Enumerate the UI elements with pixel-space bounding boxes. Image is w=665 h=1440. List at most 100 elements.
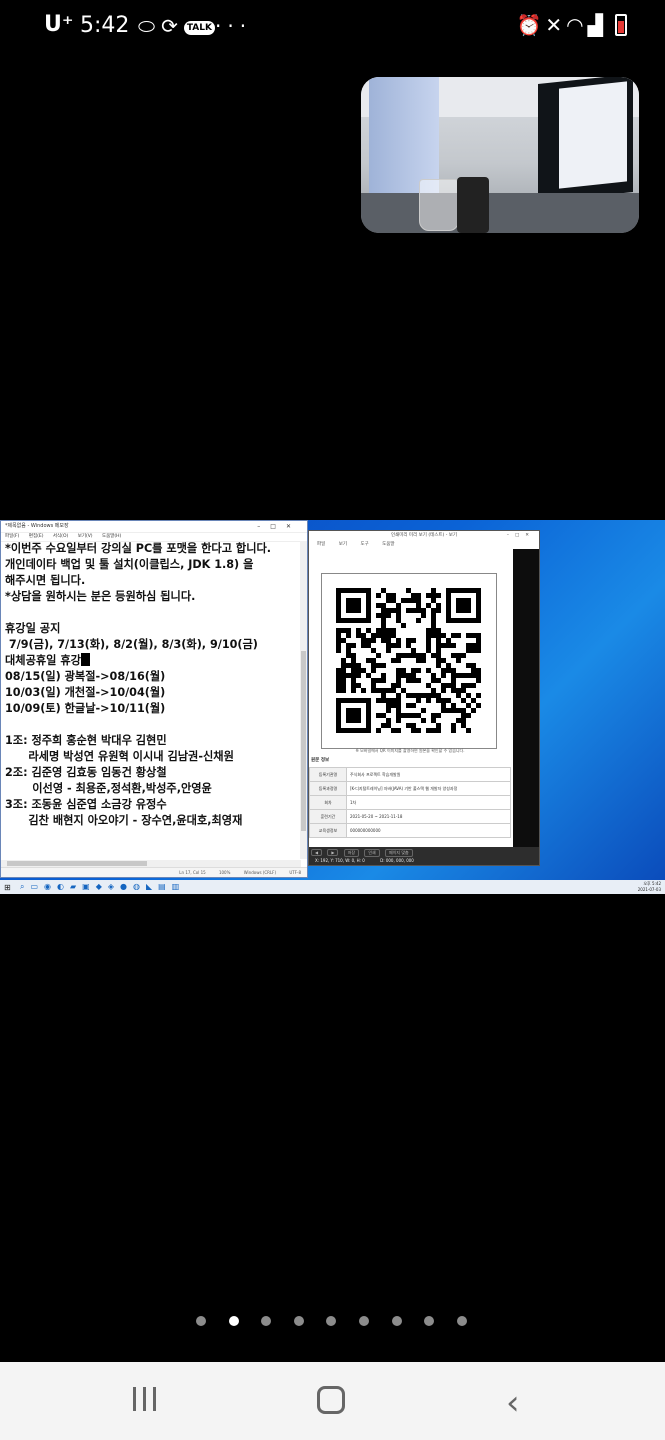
windows-start-icon[interactable]: ⊞ <box>4 883 11 892</box>
recent-apps-button[interactable] <box>131 1387 159 1413</box>
viewer-controls[interactable]: ◀ ▶ 저장 인쇄 페이지 맞춤 <box>309 847 539 857</box>
qr-module <box>341 688 346 693</box>
chrome-icon[interactable]: ◉ <box>44 882 57 891</box>
save-button[interactable]: 저장 <box>343 849 360 857</box>
edge-icon[interactable]: ◐ <box>57 882 70 891</box>
qr-module <box>476 668 481 673</box>
qr-module <box>456 633 461 638</box>
qr-module <box>436 693 441 698</box>
status-lineending: Windows (CRLF) <box>243 870 277 875</box>
menu-help[interactable]: 도움말(H) <box>102 534 121 539</box>
qr-module <box>411 608 416 613</box>
scrollbar-thumb[interactable] <box>7 861 147 866</box>
qr-module <box>396 693 401 698</box>
table-row: 등록기관명 주식회사 프로젝트 학습개발원 <box>309 767 511 782</box>
back-button[interactable]: ‹ <box>506 1383 520 1423</box>
qr-module <box>351 678 356 683</box>
fit-page-button[interactable]: 페이지 맞춤 <box>385 849 413 857</box>
taskbar-app-icons[interactable]: ⌕▭◉◐▰▣◆◈●◍◣▤▥ <box>20 882 185 892</box>
viewer-toolbar[interactable]: ◀ ▶ 저장 인쇄 페이지 맞춤 X: 192, Y: 710, W: 0, H… <box>309 847 539 865</box>
page-dot[interactable] <box>456 1316 467 1326</box>
viewer-coords: X: 192, Y: 710, W: 0, H: 0 D: 000, 000, … <box>309 857 539 865</box>
app-icon[interactable]: ● <box>120 882 133 891</box>
horizontal-scrollbar[interactable] <box>1 860 301 867</box>
app-icon[interactable]: ◍ <box>133 882 146 891</box>
prev-page-button[interactable]: ◀ <box>311 849 323 856</box>
qr-module <box>351 643 356 648</box>
page-dot[interactable] <box>326 1316 337 1326</box>
menu-format[interactable]: 서식(O) <box>53 534 68 539</box>
viewer-menu-item[interactable]: 파일 <box>317 542 325 547</box>
text-line: 08/15(일) 광복절->08/16(월) <box>5 670 166 683</box>
qr-module <box>426 628 431 633</box>
qr-module <box>411 728 416 733</box>
folder-icon[interactable]: ▰ <box>70 882 82 891</box>
qr-module <box>461 673 466 678</box>
app-icon[interactable]: ◆ <box>96 882 108 891</box>
home-button[interactable] <box>317 1386 345 1414</box>
taskview-icon[interactable]: ▭ <box>30 882 44 891</box>
taskbar-clock[interactable]: 오후 5:42 2021-07-03 <box>638 881 661 893</box>
qr-module <box>356 673 361 678</box>
document-viewer-window[interactable]: 인쇄미리 미리 보기 (테스트) - 보기 –□✕ 파일 보기 도구 도움말 ※… <box>308 530 540 866</box>
viewer-menu-item[interactable]: 도구 <box>360 542 368 547</box>
app-icon[interactable]: ◈ <box>108 882 120 891</box>
search-icon[interactable]: ⌕ <box>20 882 30 891</box>
qr-module <box>471 648 476 653</box>
page-dot[interactable] <box>228 1316 239 1326</box>
qr-module <box>386 688 391 693</box>
page-dot[interactable] <box>196 1316 206 1326</box>
vertical-scrollbar[interactable] <box>300 541 307 859</box>
page-dot[interactable] <box>359 1316 369 1326</box>
qr-module <box>346 663 351 668</box>
qr-module <box>366 673 371 678</box>
qr-module <box>441 708 446 713</box>
qr-module <box>451 708 456 713</box>
menu-edit[interactable]: 편집(E) <box>29 534 44 539</box>
qr-module <box>386 708 391 713</box>
menu-view[interactable]: 보기(V) <box>78 534 93 539</box>
print-button[interactable]: 인쇄 <box>364 849 380 857</box>
notepad-window[interactable]: *제목없음 - Windows 메모장 –□✕ 파일(F) 편집(E) 서식(O… <box>0 520 308 878</box>
qr-module <box>376 663 381 668</box>
qr-module <box>391 593 396 598</box>
qr-module <box>426 633 431 638</box>
page-dot[interactable] <box>293 1316 304 1326</box>
page-dot[interactable] <box>424 1316 435 1326</box>
camera-preview[interactable] <box>361 77 639 233</box>
qr-module <box>336 648 341 653</box>
page-dot[interactable] <box>261 1316 272 1326</box>
qr-module <box>451 683 456 688</box>
qr-module <box>361 633 366 638</box>
qr-module <box>371 688 376 693</box>
qr-module <box>471 698 476 703</box>
shared-screen[interactable]: *제목없음 - Windows 메모장 –□✕ 파일(F) 편집(E) 서식(O… <box>0 520 665 894</box>
excel-icon[interactable]: ▤ <box>158 882 172 891</box>
qr-module <box>471 643 476 648</box>
qr-module <box>396 668 401 673</box>
qr-module <box>396 728 401 733</box>
menu-file[interactable]: 파일(F) <box>5 534 19 539</box>
qr-module <box>346 673 351 678</box>
store-icon[interactable]: ▣ <box>82 882 96 891</box>
qr-module <box>391 683 396 688</box>
window-controls[interactable]: –□✕ <box>507 531 535 540</box>
viewer-menu-item[interactable]: 보기 <box>339 542 347 547</box>
notepad-text[interactable]: *이번주 수요일부터 강의실 PC를 포맷을 한다고 합니다. 개인데이타 백업… <box>5 541 301 829</box>
vscode-icon[interactable]: ◣ <box>146 882 158 891</box>
qr-module <box>366 638 371 643</box>
scrollbar-thumb[interactable] <box>301 651 306 831</box>
next-page-button[interactable]: ▶ <box>327 849 339 856</box>
viewer-menu[interactable]: 파일 보기 도구 도움말 <box>309 540 539 549</box>
qr-module <box>431 613 436 618</box>
windows-taskbar[interactable]: ⊞ ⌕▭◉◐▰▣◆◈●◍◣▤▥ 오후 5:42 2021-07-03 <box>0 880 665 894</box>
wifi-icon: ◠ <box>566 13 588 37</box>
window-controls[interactable]: –□✕ <box>257 521 301 532</box>
page-dot[interactable] <box>391 1316 402 1326</box>
qr-module <box>421 653 426 658</box>
qr-module <box>341 638 346 643</box>
notepad-icon[interactable]: ▥ <box>172 882 186 891</box>
viewer-menu-item[interactable]: 도움말 <box>382 542 394 547</box>
qr-module <box>456 688 461 693</box>
notepad-title: *제목없음 - Windows 메모장 <box>5 523 69 529</box>
